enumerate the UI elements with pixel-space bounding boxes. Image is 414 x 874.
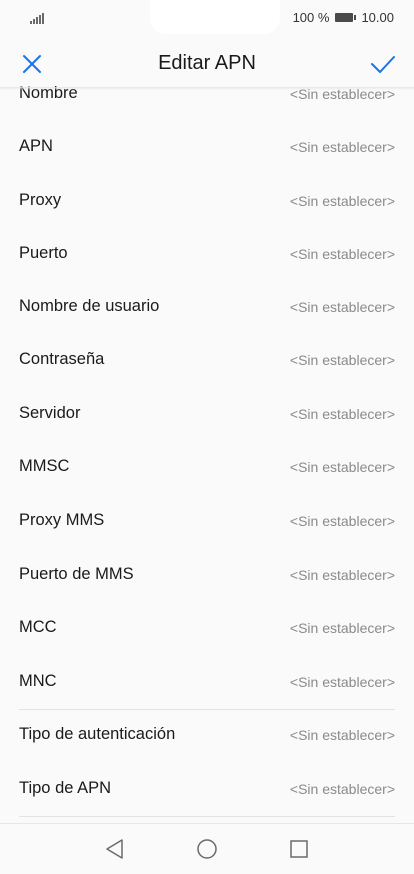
field-row-puerto-de-mms[interactable]: Puerto de MMS <Sin establecer> xyxy=(0,549,414,603)
field-row-proxy[interactable]: Proxy <Sin establecer> xyxy=(0,175,414,229)
back-triangle-icon xyxy=(106,839,123,859)
field-label: MNC xyxy=(19,672,57,690)
field-row-servidor[interactable]: Servidor <Sin establecer> xyxy=(0,388,414,442)
field-label: APN xyxy=(19,137,53,155)
home-circle-icon xyxy=(197,839,217,859)
field-label: MMSC xyxy=(19,457,70,475)
field-row-tipo-de-autenticacion[interactable]: Tipo de autenticación <Sin establecer> xyxy=(0,709,414,763)
field-label: Puerto de MMS xyxy=(19,565,134,583)
field-row-mmsc[interactable]: MMSC <Sin establecer> xyxy=(0,441,414,495)
field-value: <Sin establecer> xyxy=(289,620,395,636)
field-value: <Sin establecer> xyxy=(289,727,395,743)
camera-notch xyxy=(150,0,280,34)
field-value: <Sin establecer> xyxy=(289,246,395,262)
recents-square-icon xyxy=(290,840,308,858)
header-shadow xyxy=(0,87,414,90)
field-value: <Sin establecer> xyxy=(289,513,395,529)
status-bar: 100 % 10.00 xyxy=(0,0,414,38)
field-label: Nombre de usuario xyxy=(19,297,160,315)
status-right: 100 % 10.00 xyxy=(293,10,394,25)
signal-icon xyxy=(30,12,44,24)
field-row-proxy-mms[interactable]: Proxy MMS <Sin establecer> xyxy=(0,495,414,549)
field-label: Proxy MMS xyxy=(19,511,105,529)
field-value: <Sin establecer> xyxy=(289,406,395,422)
field-label: Proxy xyxy=(19,191,62,209)
field-value: <Sin establecer> xyxy=(289,193,395,209)
field-row-puerto[interactable]: Puerto <Sin establecer> xyxy=(0,228,414,282)
field-row-mcc[interactable]: MCC <Sin establecer> xyxy=(0,602,414,656)
field-value: <Sin establecer> xyxy=(289,567,395,583)
field-label: Servidor xyxy=(19,404,81,422)
apn-edit-screen: 100 % 10.00 Editar APN Nombre <Sin estab… xyxy=(0,0,414,874)
field-row-nombre-de-usuario[interactable]: Nombre de usuario <Sin establecer> xyxy=(0,281,414,335)
field-label: Contraseña xyxy=(19,350,105,368)
battery-percent: 100 % xyxy=(292,10,330,25)
field-label: Puerto xyxy=(19,244,68,262)
field-label: Tipo de autenticación xyxy=(19,725,176,743)
clock-time: 10.00 xyxy=(361,10,394,25)
field-row-nombre[interactable]: Nombre <Sin establecer> xyxy=(0,68,414,122)
nav-back-button[interactable] xyxy=(103,837,127,861)
field-row-tipo-de-apn[interactable]: Tipo de APN <Sin establecer> xyxy=(0,763,414,817)
nav-home-button[interactable] xyxy=(195,837,219,861)
field-row-apn[interactable]: APN <Sin establecer> xyxy=(0,121,414,175)
field-value: <Sin establecer> xyxy=(289,352,395,368)
field-label: Tipo de APN xyxy=(19,779,112,797)
nav-recents-button[interactable] xyxy=(287,837,311,861)
field-value: <Sin establecer> xyxy=(289,781,395,797)
apn-field-list: Nombre <Sin establecer> APN <Sin estable… xyxy=(0,68,414,823)
row-divider xyxy=(19,816,395,817)
field-value: <Sin establecer> xyxy=(289,139,395,155)
field-label: MCC xyxy=(19,618,57,636)
field-row-contrasena[interactable]: Contraseña <Sin establecer> xyxy=(0,334,414,388)
field-value: <Sin establecer> xyxy=(289,674,395,690)
field-value: <Sin establecer> xyxy=(289,299,395,315)
field-value: <Sin establecer> xyxy=(289,459,395,475)
field-row-mnc[interactable]: MNC <Sin establecer> xyxy=(0,656,414,710)
battery-icon xyxy=(335,13,357,22)
system-nav-bar xyxy=(0,823,414,874)
